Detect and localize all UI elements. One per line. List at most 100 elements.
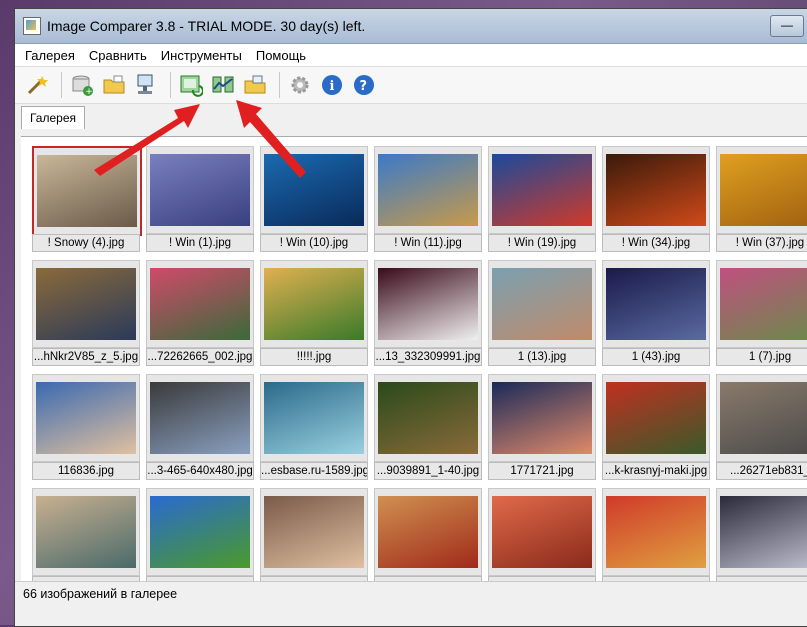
export-folder-icon[interactable] <box>241 71 269 99</box>
thumbnail-item[interactable]: ! Win (37).jpg <box>713 143 807 255</box>
help-icon[interactable]: ? <box>350 71 378 99</box>
thumbnail-item[interactable] <box>713 485 807 581</box>
thumbnail-caption: !!!!!.jpg <box>260 348 368 366</box>
thumbnail-frame <box>32 260 140 348</box>
info-icon[interactable]: i <box>318 71 346 99</box>
thumbnail-item[interactable]: ! Win (1).jpg <box>143 143 255 255</box>
menu-tools[interactable]: Инструменты <box>161 48 242 63</box>
thumbnail-caption: ! Win (10).jpg <box>260 234 368 252</box>
thumbnail-image <box>606 268 706 340</box>
thumbnail-item[interactable] <box>143 485 255 581</box>
thumbnail-caption: ...9039891_1-40.jpg <box>374 462 482 480</box>
thumbnail-frame <box>488 146 596 234</box>
thumbnail-caption: 1 (7).jpg <box>716 348 807 366</box>
tab-gallery[interactable]: Галерея <box>21 106 85 129</box>
thumbnail-item[interactable] <box>485 485 597 581</box>
thumbnail-item[interactable]: ...esbase.ru-1589.jpg <box>257 371 369 483</box>
thumbnail-item[interactable] <box>599 485 711 581</box>
thumbnail-caption: ...26271eb831_ <box>716 462 807 480</box>
thumbnail-image <box>606 382 706 454</box>
gallery-pane[interactable]: ! Snowy (4).jpg ! Win (1).jpg ! Win (10).j… <box>21 136 807 581</box>
thumbnail-image <box>150 154 250 226</box>
menu-compare[interactable]: Сравнить <box>89 48 147 63</box>
thumbnail-caption: 116836.jpg <box>32 462 140 480</box>
thumbnail-image <box>492 268 592 340</box>
compare-sets-icon[interactable] <box>209 71 237 99</box>
add-gallery-icon[interactable]: + <box>68 71 96 99</box>
thumbnail-item[interactable]: ...13_332309991.jpg <box>371 257 483 369</box>
thumbnail-caption: 1 (13).jpg <box>488 348 596 366</box>
thumbnail-frame <box>716 374 807 462</box>
thumbnail-item[interactable]: ...26271eb831_ <box>713 371 807 483</box>
settings-icon[interactable] <box>286 71 314 99</box>
thumbnail-item[interactable]: ! Win (10).jpg <box>257 143 369 255</box>
thumbnail-image <box>720 268 807 340</box>
thumbnail-item[interactable]: 1 (7).jpg <box>713 257 807 369</box>
thumbnail-image <box>606 154 706 226</box>
thumbnail-item[interactable]: ! Win (34).jpg <box>599 143 711 255</box>
thumbnail-item[interactable]: 1 (13).jpg <box>485 257 597 369</box>
thumbnail-frame <box>32 488 140 576</box>
menu-bar: Галерея Сравнить Инструменты Помощь <box>15 44 807 67</box>
thumbnail-item[interactable] <box>29 485 141 581</box>
thumbnail-frame <box>488 488 596 576</box>
magic-wand-icon[interactable] <box>23 71 51 99</box>
menu-help[interactable]: Помощь <box>256 48 306 63</box>
thumbnail-item[interactable]: ...72262665_002.jpg <box>143 257 255 369</box>
thumbnail-frame <box>374 374 482 462</box>
thumbnail-caption: ...k-krasnyj-maki.jpg <box>602 462 710 480</box>
thumbnail-item[interactable]: 1 (43).jpg <box>599 257 711 369</box>
thumbnail-image <box>720 382 807 454</box>
thumbnail-item[interactable]: ...hNkr2V85_z_5.jpg <box>29 257 141 369</box>
thumbnail-item[interactable]: ! Snowy (4).jpg <box>29 143 142 255</box>
status-bar: 66 изображений в галерее <box>15 581 807 606</box>
thumbnail-caption: ...3-465-640x480.jpg <box>146 462 254 480</box>
thumbnail-image <box>264 268 364 340</box>
app-icon <box>23 17 41 35</box>
thumbnail-caption: ! Win (1).jpg <box>146 234 254 252</box>
thumbnail-image <box>492 496 592 568</box>
compare-folders-icon[interactable] <box>132 71 160 99</box>
thumbnail-image <box>492 382 592 454</box>
thumbnail-caption: ...72262665_002.jpg <box>146 348 254 366</box>
thumbnail-item[interactable]: !!!!!.jpg <box>257 257 369 369</box>
thumbnail-frame <box>260 374 368 462</box>
thumbnail-image <box>36 268 136 340</box>
thumbnail-frame <box>146 488 254 576</box>
thumbnail-frame <box>146 374 254 462</box>
thumbnail-caption: ! Win (34).jpg <box>602 234 710 252</box>
thumbnail-frame <box>602 374 710 462</box>
window-title: Image Comparer 3.8 - TRIAL MODE. 30 day(… <box>47 18 366 34</box>
svg-text:i: i <box>330 79 335 94</box>
thumbnail-item[interactable] <box>371 485 483 581</box>
thumbnail-image <box>37 155 137 227</box>
thumbnail-item[interactable]: 1771721.jpg <box>485 371 597 483</box>
thumbnail-item[interactable]: ...9039891_1-40.jpg <box>371 371 483 483</box>
thumbnail-frame <box>260 146 368 234</box>
thumbnail-item[interactable]: ! Win (19).jpg <box>485 143 597 255</box>
thumbnail-image <box>150 496 250 568</box>
minimize-button[interactable]: — <box>770 15 804 37</box>
thumbnail-item[interactable]: ! Win (11).jpg <box>371 143 483 255</box>
thumbnail-item[interactable]: ...3-465-640x480.jpg <box>143 371 255 483</box>
thumbnail-frame <box>32 146 142 236</box>
thumbnail-caption: 1771721.jpg <box>488 462 596 480</box>
thumbnail-image <box>378 268 478 340</box>
thumbnail-image <box>36 496 136 568</box>
tab-strip: Галерея <box>15 104 807 129</box>
thumbnail-item[interactable]: 116836.jpg <box>29 371 141 483</box>
thumbnail-frame <box>602 488 710 576</box>
thumbnail-image <box>720 154 807 226</box>
thumbnail-caption: ...esbase.ru-1589.jpg <box>260 462 368 480</box>
thumbnail-item[interactable] <box>257 485 369 581</box>
compare-with-gallery-icon[interactable] <box>177 71 205 99</box>
thumbnail-frame <box>32 374 140 462</box>
thumbnail-caption: ! Win (19).jpg <box>488 234 596 252</box>
open-folder-icon[interactable] <box>100 71 128 99</box>
thumbnail-frame <box>374 488 482 576</box>
menu-gallery[interactable]: Галерея <box>25 48 75 63</box>
thumbnail-caption: ...13_332309991.jpg <box>374 348 482 366</box>
thumbnail-caption: ! Snowy (4).jpg <box>32 234 140 252</box>
thumbnail-item[interactable]: ...k-krasnyj-maki.jpg <box>599 371 711 483</box>
thumbnail-image <box>606 496 706 568</box>
